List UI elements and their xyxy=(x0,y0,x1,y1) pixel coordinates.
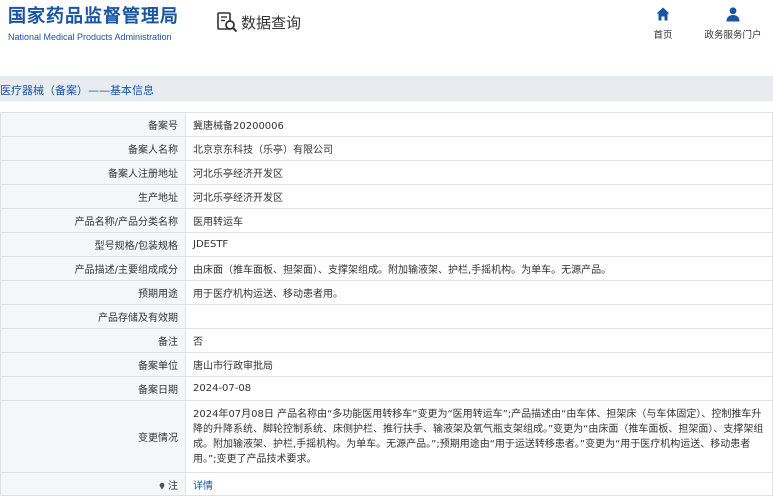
table-row: 变更情况 2024年07月08日 产品名称由“多功能医用转移车”变更为“医用转运… xyxy=(0,400,773,473)
row-label: 备案人注册地址 xyxy=(0,160,186,185)
row-value xyxy=(185,304,773,329)
row-value: 冀唐械备20200006 xyxy=(185,112,773,137)
row-value: 由床面（推车面板、担架面）、支撑架组成。附加输液架、护栏,手摇机构。为单车。无源… xyxy=(185,256,773,281)
details-link[interactable]: 详情 xyxy=(193,481,213,492)
row-value: 2024-07-08 xyxy=(185,376,773,401)
row-value: 用于医疗机构运送、移动患者用。 xyxy=(185,280,773,305)
table-row: 备案单位 唐山市行政审批局 xyxy=(0,352,773,377)
table-row: 备注 否 xyxy=(0,328,773,353)
table-row: 预期用途 用于医疗机构运送、移动患者用。 xyxy=(0,280,773,305)
logo-chinese: 国家药品监督管理局 xyxy=(8,6,179,27)
note-label: 注 xyxy=(168,480,178,492)
nav-home-label: 首页 xyxy=(653,30,673,41)
row-label: 产品名称/产品分类名称 xyxy=(0,208,186,233)
table-row: 备案日期 2024-07-08 xyxy=(0,376,773,401)
nav-service-portal[interactable]: 政务服务门户 xyxy=(700,6,766,41)
table-row: 备案人注册地址 河北乐亭经济开发区 xyxy=(0,160,773,185)
data-query-label: 数据查询 xyxy=(241,13,302,32)
row-label: 备案日期 xyxy=(0,376,186,401)
note-value-cell: 详情 xyxy=(185,472,773,496)
row-label: 产品存储及有效期 xyxy=(0,304,186,329)
table-row-note: 注 详情 xyxy=(0,472,773,496)
row-label: 产品描述/主要组成成分 xyxy=(0,256,186,281)
row-value: 唐山市行政审批局 xyxy=(185,352,773,377)
table-row: 型号规格/包装规格 JDESTF xyxy=(0,232,773,257)
row-value: 北京京东科技（乐亭）有限公司 xyxy=(185,136,773,161)
nav-home[interactable]: 首页 xyxy=(646,6,680,41)
row-value: JDESTF xyxy=(185,232,773,257)
row-label: 备案号 xyxy=(0,112,186,137)
row-label: 备注 xyxy=(0,328,186,353)
data-query-title: 数据查询 xyxy=(216,11,301,33)
row-label: 变更情况 xyxy=(0,400,186,473)
row-label: 备案人名称 xyxy=(0,136,186,161)
home-icon xyxy=(656,7,670,21)
table-row: 备案号 冀唐械备20200006 xyxy=(0,112,773,137)
row-value: 医用转运车 xyxy=(185,208,773,233)
device-info-table: 备案号 冀唐械备20200006 备案人名称 北京京东科技（乐亭）有限公司 备案… xyxy=(0,112,773,496)
table-row: 备案人名称 北京京东科技（乐亭）有限公司 xyxy=(0,136,773,161)
table-row: 生产地址 河北乐亭经济开发区 xyxy=(0,184,773,209)
row-label: 型号规格/包装规格 xyxy=(0,232,186,257)
site-logo[interactable]: 国家药品监督管理局 National Medical Products Admi… xyxy=(8,6,179,44)
note-marker-icon xyxy=(159,482,165,490)
table-row: 产品描述/主要组成成分 由床面（推车面板、担架面）、支撑架组成。附加输液架、护栏… xyxy=(0,256,773,281)
table-row: 产品名称/产品分类名称 医用转运车 xyxy=(0,208,773,233)
row-value: 河北乐亭经济开发区 xyxy=(185,160,773,185)
row-label: 生产地址 xyxy=(0,184,186,209)
site-header: 国家药品监督管理局 National Medical Products Admi… xyxy=(0,0,773,62)
row-label: 预期用途 xyxy=(0,280,186,305)
document-search-icon xyxy=(217,12,238,33)
user-icon xyxy=(726,7,740,22)
row-value: 河北乐亭经济开发区 xyxy=(185,184,773,209)
nav-service-portal-label: 政务服务门户 xyxy=(704,30,762,41)
section-title-bar: 医疗器械（备案）——基本信息 xyxy=(0,76,773,101)
row-label: 备案单位 xyxy=(0,352,186,377)
note-label-cell: 注 xyxy=(0,472,186,496)
row-value-change-history: 2024年07月08日 产品名称由“多功能医用转移车”变更为“医用转运车”;产品… xyxy=(185,400,773,473)
table-row: 产品存储及有效期 xyxy=(0,304,773,329)
logo-english: National Medical Products Administration xyxy=(8,32,172,42)
row-value: 否 xyxy=(185,328,773,353)
section-title: 医疗器械（备案）——基本信息 xyxy=(0,84,154,97)
